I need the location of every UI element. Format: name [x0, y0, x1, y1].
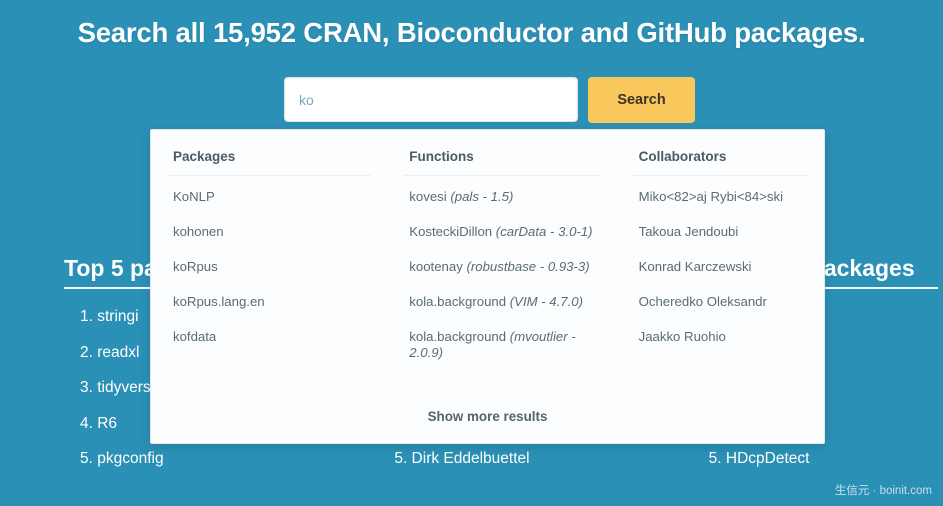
suggestion-meta: (robustbase - 0.93-3) — [466, 258, 590, 274]
suggestion-item[interactable]: Konrad Karczewski — [633, 250, 808, 285]
suggestion-name: kola.background — [409, 328, 510, 344]
suggestion-item[interactable]: Jaakko Ruohio — [633, 320, 808, 355]
suggestion-item[interactable]: kola.background (mvoutlier - 2.0.9) — [403, 320, 600, 372]
page-root: Search all 15,952 CRAN, Bioconductor and… — [0, 0, 943, 506]
column-header-functions: Functions — [403, 146, 601, 176]
search-input[interactable] — [284, 77, 578, 122]
search-bar: Search — [284, 77, 695, 123]
suggestion-list-collaborators: Miko<82>aj Rybi<84>ski Takoua Jendoubi K… — [633, 180, 808, 354]
search-suggestions-panel: Packages KoNLP kohonen koRpus koRpus.lan… — [150, 129, 825, 444]
suggestion-name: koRpus.lang.en — [173, 293, 265, 309]
suggestion-item[interactable]: kola.background (VIM - 4.7.0) — [403, 285, 600, 320]
suggestion-item[interactable]: kohonen — [167, 215, 371, 250]
suggestion-list-packages: KoNLP kohonen koRpus koRpus.lang.en kofd… — [167, 180, 371, 354]
suggestion-meta: (carData - 3.0-1) — [495, 223, 593, 239]
suggestions-column-packages: Packages KoNLP kohonen koRpus koRpus.lan… — [151, 146, 387, 443]
suggestion-item[interactable]: KosteckiDillon (carData - 3.0-1) — [403, 215, 600, 250]
show-more-container: Show more results — [150, 408, 825, 426]
suggestion-name: KosteckiDillon — [409, 223, 496, 239]
suggestion-name: Ocheredko Oleksandr — [638, 293, 767, 309]
suggestion-meta: (VIM - 4.7.0) — [509, 293, 584, 309]
suggestion-name: Miko<82>aj Rybi<84>ski — [638, 189, 784, 204]
list-item[interactable]: 5. Dirk Eddelbuettel — [378, 441, 628, 477]
suggestion-name: KoNLP — [173, 189, 215, 204]
suggestions-column-collaborators: Collaborators Miko<82>aj Rybi<84>ski Tak… — [617, 146, 824, 443]
suggestion-name: koRpus — [173, 258, 218, 274]
suggestion-item[interactable]: Miko<82>aj Rybi<84>ski — [633, 180, 808, 215]
list-item[interactable]: 5. pkgconfig — [64, 441, 314, 477]
suggestion-item[interactable]: kovesi (pals - 1.5) — [403, 180, 600, 215]
list-item[interactable]: 5. HDcpDetect — [693, 441, 943, 477]
search-button[interactable]: Search — [588, 77, 695, 123]
suggestion-item[interactable]: Takoua Jendoubi — [633, 215, 808, 250]
suggestion-item[interactable]: Ocheredko Oleksandr — [633, 285, 808, 320]
column-header-collaborators: Collaborators — [632, 146, 808, 176]
suggestion-name: kohonen — [173, 223, 224, 239]
suggestion-name: Takoua Jendoubi — [638, 223, 739, 239]
suggestion-name: kola.background — [409, 293, 510, 309]
suggestion-item[interactable]: koRpus — [167, 250, 371, 285]
suggestion-name: Konrad Karczewski — [638, 258, 752, 274]
suggestion-meta: (pals - 1.5) — [450, 189, 514, 204]
suggestion-name: Jaakko Ruohio — [638, 328, 726, 344]
suggestion-item[interactable]: kootenay (robustbase - 0.93-3) — [403, 250, 600, 285]
suggestion-name: kootenay — [409, 258, 467, 274]
page-title: Search all 15,952 CRAN, Bioconductor and… — [77, 17, 866, 48]
watermark: 生信元 · boinit.com — [834, 485, 932, 497]
show-more-results-link[interactable]: Show more results — [428, 409, 548, 424]
suggestions-column-functions: Functions kovesi (pals - 1.5) KosteckiDi… — [387, 146, 616, 443]
suggestion-item[interactable]: KoNLP — [167, 180, 371, 215]
suggestion-item[interactable]: koRpus.lang.en — [167, 285, 371, 320]
column-header-packages: Packages — [167, 146, 372, 176]
suggestion-name: kovesi — [409, 189, 451, 204]
suggestion-list-functions: kovesi (pals - 1.5) KosteckiDillon (carD… — [403, 180, 600, 371]
suggestion-name: kofdata — [173, 328, 217, 344]
suggestion-item[interactable]: kofdata — [167, 320, 371, 355]
